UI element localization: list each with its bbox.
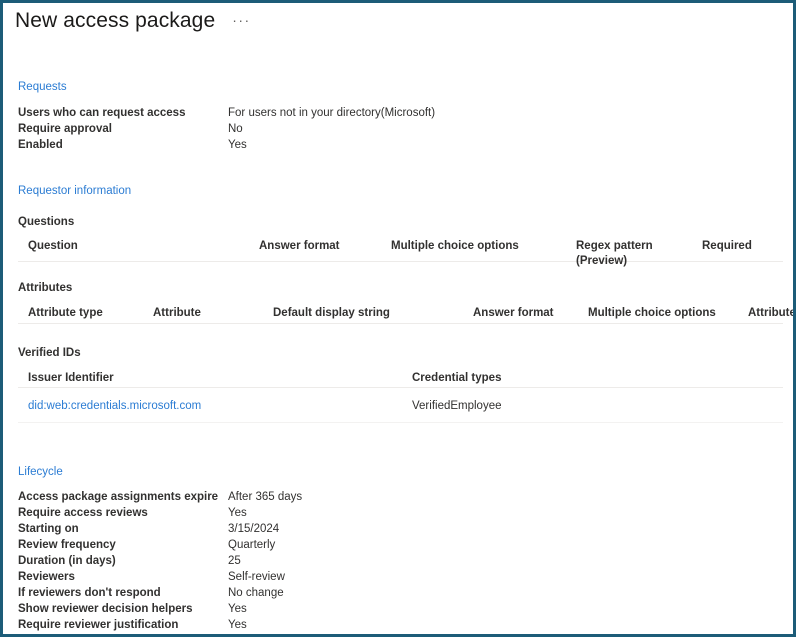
subheading-attributes: Attributes bbox=[18, 282, 73, 294]
questions-column-header[interactable]: Question bbox=[28, 239, 78, 254]
lifecycle-row: Access package assignments expire After 3… bbox=[18, 489, 778, 505]
lifecycle-label: Starting on bbox=[18, 523, 79, 535]
panel-canvas: New access package ··· Requests Users wh… bbox=[3, 3, 793, 634]
attributes-column-header[interactable]: Attribute type bbox=[28, 306, 103, 321]
attributes-table: Attribute type Attribute Default display s… bbox=[18, 306, 793, 324]
lifecycle-label: Show reviewer decision helpers bbox=[18, 603, 193, 615]
table-row: did:web:credentials.microsoft.com Verifie… bbox=[18, 399, 783, 423]
page-header: New access package ··· bbox=[15, 7, 254, 35]
requests-value: For users not in your directory(Microsof… bbox=[228, 107, 436, 119]
issuer-identifier-link[interactable]: did:web:credentials.microsoft.com bbox=[28, 399, 201, 414]
azure-portal-review-panel: New access package ··· Requests Users wh… bbox=[0, 0, 796, 637]
lifecycle-value: 3/15/2024 bbox=[228, 523, 280, 535]
lifecycle-label: Require access reviews bbox=[18, 507, 148, 519]
attributes-column-header[interactable]: Attribute bbox=[153, 306, 201, 321]
questions-column-header[interactable]: Answer format bbox=[259, 239, 340, 254]
lifecycle-value: 25 bbox=[228, 555, 241, 567]
verified-ids-table-header-wrap: Issuer Identifier Credential types bbox=[18, 371, 783, 388]
verified-ids-column-header[interactable]: Issuer Identifier bbox=[28, 371, 114, 386]
questions-column-header[interactable]: Regex pattern (Preview) bbox=[576, 239, 686, 269]
questions-table-header: Question Answer format Multiple choice opt… bbox=[18, 239, 783, 267]
section-link-requestor-information[interactable]: Requestor information bbox=[18, 185, 131, 197]
requests-value: Yes bbox=[228, 139, 247, 151]
section-link-lifecycle[interactable]: Lifecycle bbox=[18, 466, 63, 478]
credential-types-value: VerifiedEmployee bbox=[412, 400, 502, 412]
lifecycle-label: Require reviewer justification bbox=[18, 619, 179, 631]
lifecycle-value: Self-review bbox=[228, 571, 285, 583]
attributes-column-header[interactable]: Multiple choice options bbox=[588, 306, 716, 321]
lifecycle-row: If reviewers don't respond No change bbox=[18, 585, 778, 601]
requests-label: Require approval bbox=[18, 123, 112, 135]
attributes-column-header[interactable]: Answer format bbox=[473, 306, 554, 321]
lifecycle-row: Require reviewer justification Yes bbox=[18, 617, 778, 633]
lifecycle-label: Review frequency bbox=[18, 539, 116, 551]
lifecycle-value: Yes bbox=[228, 507, 247, 519]
page-title: New access package bbox=[15, 9, 216, 32]
lifecycle-value: Yes bbox=[228, 603, 247, 615]
lifecycle-label: If reviewers don't respond bbox=[18, 587, 161, 599]
lifecycle-row: Require access reviews Yes bbox=[18, 505, 778, 521]
questions-table: Question Answer format Multiple choice opt… bbox=[18, 239, 783, 267]
requests-label: Enabled bbox=[18, 139, 63, 151]
lifecycle-label: Duration (in days) bbox=[18, 555, 116, 567]
lifecycle-value: Quarterly bbox=[228, 539, 276, 551]
lifecycle-label: Reviewers bbox=[18, 571, 75, 583]
lifecycle-row: Reviewers Self-review bbox=[18, 569, 778, 585]
lifecycle-value: After 365 days bbox=[228, 491, 303, 503]
lifecycle-value: No change bbox=[228, 587, 284, 599]
attributes-column-header[interactable]: Attribute v bbox=[748, 306, 793, 321]
verified-ids-table-header: Issuer Identifier Credential types bbox=[18, 371, 783, 388]
requests-value: No bbox=[228, 123, 243, 135]
questions-column-header[interactable]: Multiple choice options bbox=[391, 239, 519, 254]
lifecycle-row: Duration (in days) 25 bbox=[18, 553, 778, 569]
questions-column-header[interactable]: Required bbox=[702, 239, 752, 254]
lifecycle-row: Review frequency Quarterly bbox=[18, 537, 778, 553]
lifecycle-value: Yes bbox=[228, 619, 247, 631]
verified-ids-table-body: did:web:credentials.microsoft.com Verifie… bbox=[18, 399, 783, 423]
more-options-icon[interactable]: ··· bbox=[229, 13, 254, 33]
lifecycle-label: Access package assignments expire bbox=[18, 491, 219, 503]
requests-row: Require approval No bbox=[18, 121, 778, 137]
attributes-column-header[interactable]: Default display string bbox=[273, 306, 390, 321]
requests-label: Users who can request access bbox=[18, 107, 186, 119]
subheading-verified-ids: Verified IDs bbox=[18, 347, 81, 359]
requests-row: Users who can request access For users no… bbox=[18, 105, 778, 121]
lifecycle-row: Show reviewer decision helpers Yes bbox=[18, 601, 778, 617]
verified-ids-column-header[interactable]: Credential types bbox=[412, 371, 501, 386]
subheading-questions: Questions bbox=[18, 216, 75, 228]
requests-row: Enabled Yes bbox=[18, 137, 778, 153]
attributes-table-header: Attribute type Attribute Default display s… bbox=[18, 306, 793, 324]
lifecycle-row: Starting on 3/15/2024 bbox=[18, 521, 778, 537]
section-link-requests[interactable]: Requests bbox=[18, 81, 67, 93]
